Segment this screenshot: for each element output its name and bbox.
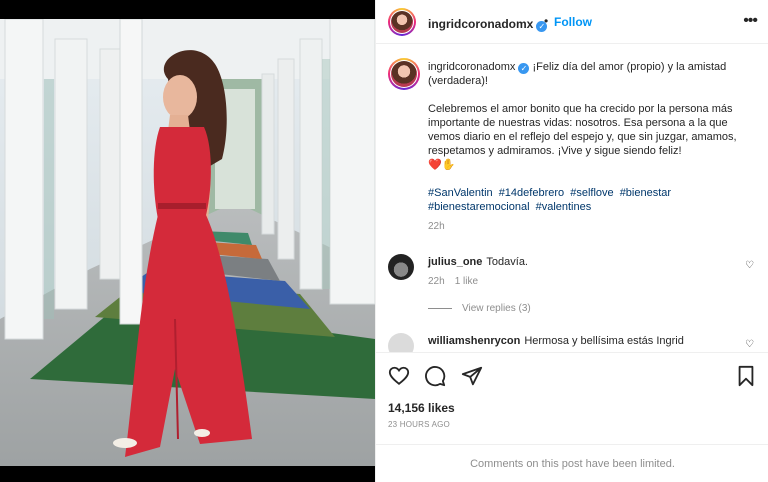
- post-image: [0, 19, 375, 466]
- comment-body: Todavía.: [486, 256, 528, 268]
- caption-emojis: ❤️✋: [428, 159, 456, 171]
- profile-avatar[interactable]: [388, 8, 416, 36]
- hashtag-list: #SanValentin #14defebrero #selflove #bie…: [428, 186, 758, 214]
- view-replies-button[interactable]: View replies (3): [428, 303, 531, 314]
- comment-username[interactable]: julius_one: [428, 256, 482, 268]
- likes-count[interactable]: 14,156 likes: [388, 401, 455, 415]
- action-icons: [388, 365, 493, 389]
- post-photo[interactable]: [0, 0, 375, 482]
- caption-text: ingridcoronadomx ✓ ¡Feliz día del amor (p…: [428, 60, 758, 234]
- post-actions: 14,156 likes 23 HOURS AGO: [376, 352, 768, 444]
- caption-avatar[interactable]: [388, 58, 420, 90]
- caption-time[interactable]: 22h: [428, 220, 758, 234]
- comment-body: Hermosa y bellísima estás Ingrid: [524, 335, 684, 347]
- username-link[interactable]: ingridcoronadomx: [428, 17, 533, 31]
- separator-dot: •: [544, 14, 549, 28]
- comment-icon[interactable]: [424, 365, 446, 387]
- commenter-avatar[interactable]: [388, 333, 414, 352]
- comment-text: williamshenrycon Hermosa y bellísima está…: [428, 335, 684, 347]
- post-header: ingridcoronadomx ✓ • Follow •••: [376, 0, 768, 44]
- caption-username[interactable]: ingridcoronadomx: [428, 61, 515, 73]
- caption-paragraph-text: Celebremos el amor bonito que ha crecido…: [428, 103, 737, 157]
- commenter-avatar[interactable]: [388, 254, 414, 280]
- view-replies-label: View replies (3): [462, 303, 531, 314]
- post-sidebar: ingridcoronadomx ✓ • Follow ••• ingridcor…: [375, 0, 768, 482]
- verified-badge-icon: ✓: [518, 63, 530, 74]
- comment-likes[interactable]: 1 like: [455, 276, 478, 287]
- hashtag-link[interactable]: #14defebrero: [499, 187, 564, 199]
- more-options-icon[interactable]: •••: [743, 12, 758, 30]
- replies-divider: [428, 307, 452, 309]
- hashtag-link[interactable]: #SanValentin: [428, 187, 493, 199]
- comment-like-heart-icon[interactable]: ♡: [745, 339, 754, 350]
- comment-username[interactable]: williamshenrycon: [428, 335, 520, 347]
- bookmark-icon[interactable]: [735, 365, 757, 387]
- caption-paragraph: Celebremos el amor bonito que ha crecido…: [428, 102, 758, 172]
- heart-icon[interactable]: [388, 365, 410, 387]
- hashtag-link[interactable]: #bienestaremocional: [428, 201, 530, 213]
- share-icon[interactable]: [461, 365, 483, 387]
- comment-meta: 22h 1 like: [428, 276, 488, 287]
- hashtag-link[interactable]: #valentines: [536, 201, 592, 213]
- post-timestamp[interactable]: 23 HOURS AGO: [388, 420, 450, 429]
- comments-list[interactable]: ingridcoronadomx ✓ ¡Feliz día del amor (p…: [376, 44, 768, 352]
- hashtag-link[interactable]: #bienestar: [620, 187, 671, 199]
- comment-time[interactable]: 22h: [428, 276, 445, 287]
- comments-limited-notice: Comments on this post have been limited.: [376, 444, 768, 482]
- hashtag-link[interactable]: #selflove: [570, 187, 613, 199]
- follow-button[interactable]: Follow: [554, 15, 592, 29]
- header-username[interactable]: ingridcoronadomx ✓: [428, 15, 548, 33]
- comment-like-heart-icon[interactable]: ♡: [745, 260, 754, 271]
- comment-text: julius_one Todavía.: [428, 256, 528, 268]
